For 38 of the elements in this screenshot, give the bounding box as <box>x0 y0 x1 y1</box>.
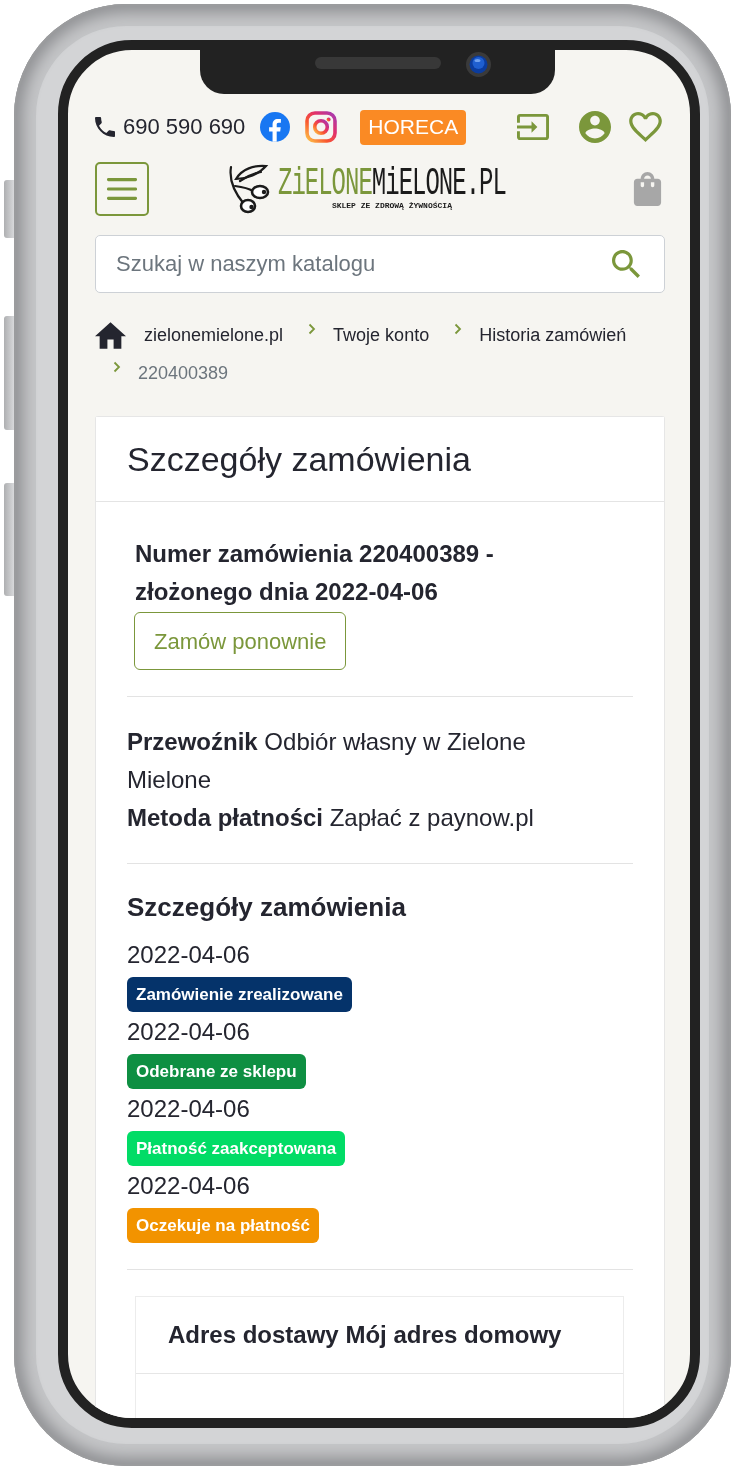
status-badge: Oczekuje na płatność <box>127 1208 319 1243</box>
address-card-title: Adres dostawy Mój adres domowy <box>168 1320 562 1350</box>
status-badge: Płatność zaakceptowana <box>127 1131 346 1166</box>
search-icon[interactable] <box>612 250 640 278</box>
breadcrumb-link[interactable]: zielonemielone.pl <box>95 321 284 349</box>
account-icon[interactable] <box>579 111 611 143</box>
status-badge: Odebrane ze sklepu <box>127 1054 306 1089</box>
order-info-line: Przewoźnik Odbiór własny w Zielone Mielone <box>127 727 527 795</box>
side-key-drawing <box>4 180 14 238</box>
instagram-icon[interactable] <box>305 111 338 143</box>
status-date: 2022-04-06 <box>127 1017 250 1047</box>
status-badge: Zamówienie zrealizowane <box>127 977 352 1012</box>
facebook-icon[interactable] <box>260 112 291 142</box>
status-date: 2022-04-06 <box>127 940 250 970</box>
menu-icon <box>107 178 137 200</box>
shopping-bag-icon[interactable] <box>633 172 662 206</box>
order-info-line: Metoda płatności Zapłać z paynow.pl <box>127 803 535 833</box>
heart-icon[interactable] <box>629 112 662 142</box>
menu-button[interactable] <box>95 162 149 216</box>
home-icon <box>95 321 126 349</box>
chevron-icon <box>454 323 463 335</box>
phone-link[interactable]: 690 590 690 <box>95 116 246 138</box>
breadcrumb-link[interactable]: Historia zamówień <box>479 321 627 349</box>
card-title: Szczegóły zamówienia <box>127 438 471 480</box>
camera-lens-icon <box>466 52 491 77</box>
login-icon[interactable] <box>517 113 549 141</box>
order-heading: Numer zamówienia 220400389 - złożonego dnia 2022-04-06 <box>135 539 495 607</box>
olive-branch-icon <box>228 164 270 214</box>
phone-icon <box>95 117 115 137</box>
breadcrumb-current: 220400389 <box>138 361 229 385</box>
breadcrumb-link[interactable]: Twoje konto <box>333 321 430 349</box>
chevron-icon <box>113 361 121 373</box>
logo-tagline: SKLEP ZE ZDROWĄ ŻYWNOŚCIĄ <box>331 202 452 210</box>
search-field[interactable]: Szukaj w naszym katalogu <box>95 235 665 293</box>
status-date: 2022-04-06 <box>127 1171 250 1201</box>
status-date: 2022-04-06 <box>127 1094 250 1124</box>
chevron-icon <box>308 323 317 335</box>
section-title: Szczegóły zamówienia <box>127 891 406 924</box>
